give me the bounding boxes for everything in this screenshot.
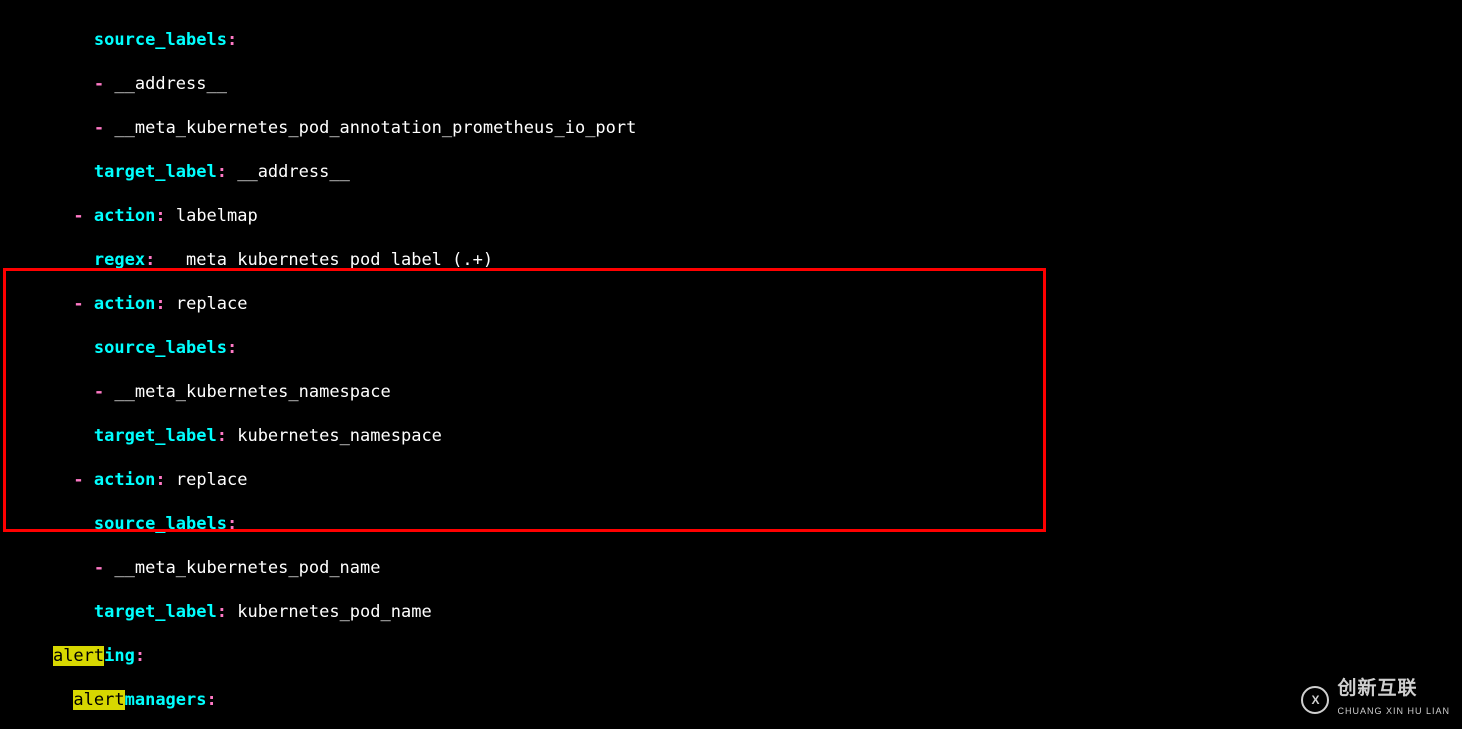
yaml-key: regex	[94, 250, 145, 270]
code-line: source_labels:	[12, 29, 1462, 51]
yaml-value: __meta_kubernetes_pod_annotation_prometh…	[114, 118, 636, 138]
yaml-dash: -	[94, 118, 104, 138]
yaml-value: labelmap	[176, 206, 258, 226]
terminal-editor[interactable]: source_labels: - __address__ - __meta_ku…	[0, 0, 1462, 729]
yaml-key: action	[94, 470, 155, 490]
yaml-key: target_label	[94, 426, 217, 446]
yaml-key: action	[94, 206, 155, 226]
code-line: source_labels:	[12, 513, 1462, 535]
code-line: alertmanagers:	[12, 689, 1462, 711]
yaml-value: __address__	[114, 74, 227, 94]
code-line: alerting:	[12, 645, 1462, 667]
yaml-key: source_labels	[94, 30, 227, 50]
search-highlight: alert	[53, 646, 104, 666]
code-line: target_label: kubernetes_pod_name	[12, 601, 1462, 623]
yaml-value: kubernetes_pod_name	[237, 602, 431, 622]
code-line: - action: replace	[12, 469, 1462, 491]
code-line: - __address__	[12, 73, 1462, 95]
yaml-key: source_labels	[94, 338, 227, 358]
code-line: - action: labelmap	[12, 205, 1462, 227]
yaml-value: __address__	[237, 162, 350, 182]
search-highlight: alert	[73, 690, 124, 710]
yaml-value: __meta_kubernetes_namespace	[114, 382, 390, 402]
yaml-key: target_label	[94, 162, 217, 182]
code-line: - __meta_kubernetes_namespace	[12, 381, 1462, 403]
yaml-value: replace	[176, 294, 248, 314]
yaml-colon: :	[227, 30, 237, 50]
yaml-value: __meta_kubernetes_pod_name	[114, 558, 380, 578]
yaml-value: replace	[176, 470, 248, 490]
yaml-key: action	[94, 294, 155, 314]
yaml-dash: -	[94, 74, 104, 94]
code-line: target_label: kubernetes_namespace	[12, 425, 1462, 447]
code-line: - action: replace	[12, 293, 1462, 315]
code-line: source_labels:	[12, 337, 1462, 359]
yaml-value: kubernetes_namespace	[237, 426, 442, 446]
yaml-value: __meta_kubernetes_pod_label_(.+)	[166, 250, 494, 270]
code-line: target_label: __address__	[12, 161, 1462, 183]
code-line: regex: __meta_kubernetes_pod_label_(.+)	[12, 249, 1462, 271]
code-line: - __meta_kubernetes_pod_annotation_prome…	[12, 117, 1462, 139]
yaml-key: source_labels	[94, 514, 227, 534]
code-line: - __meta_kubernetes_pod_name	[12, 557, 1462, 579]
yaml-key: target_label	[94, 602, 217, 622]
